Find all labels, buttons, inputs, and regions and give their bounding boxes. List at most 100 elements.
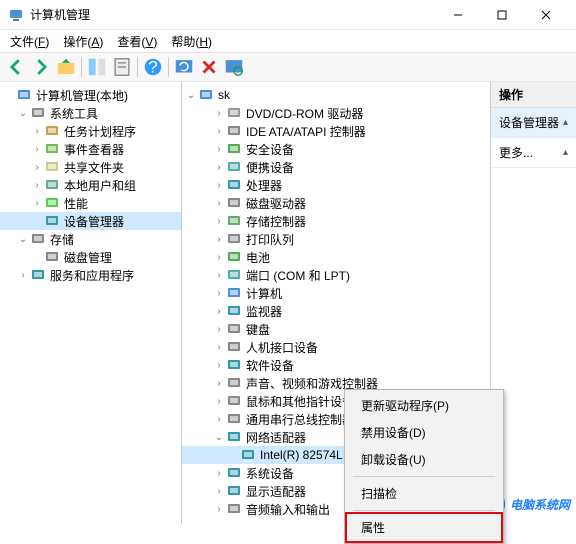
forward-icon[interactable]	[29, 55, 53, 79]
expand-toggle[interactable]: ›	[212, 126, 226, 137]
expand-toggle[interactable]: ›	[30, 144, 44, 155]
expand-toggle[interactable]: ›	[212, 342, 226, 353]
tree-item[interactable]: ⌄系统工具	[0, 104, 181, 122]
network-icon	[226, 429, 242, 445]
context-menu-item[interactable]: 更新驱动程序(P)	[347, 392, 501, 419]
expand-toggle[interactable]: ›	[212, 180, 226, 191]
context-menu-item[interactable]: 禁用设备(D)	[347, 419, 501, 446]
tree-item[interactable]: ›人机接口设备	[182, 338, 490, 356]
tree-item-label: DVD/CD-ROM 驱动器	[246, 105, 363, 122]
tree-item-label: 共享文件夹	[64, 159, 124, 176]
scan-icon[interactable]	[222, 55, 246, 79]
tree-item[interactable]: ›存储控制器	[182, 212, 490, 230]
context-menu-item[interactable]: 卸载设备(U)	[347, 446, 501, 473]
actions-row[interactable]: 更多...▴	[491, 138, 576, 168]
tree-item[interactable]: › 计算机	[182, 284, 490, 302]
tree-item[interactable]: › 监视器	[182, 302, 490, 320]
tree-item[interactable]: ›打印队列	[182, 230, 490, 248]
help-icon[interactable]: ?	[141, 55, 165, 79]
expand-toggle[interactable]: ›	[212, 198, 226, 209]
tree-item[interactable]: ›磁盘驱动器	[182, 194, 490, 212]
context-menu-item[interactable]: 扫描检	[347, 480, 501, 507]
expand-toggle[interactable]: ›	[212, 306, 226, 317]
tree-item[interactable]: ›安全设备	[182, 140, 490, 158]
expand-toggle[interactable]: ›	[212, 252, 226, 263]
tree-item[interactable]: ›任务计划程序	[0, 122, 181, 140]
tree-item[interactable]: ·磁盘管理	[0, 248, 181, 266]
expand-toggle[interactable]: ›	[30, 126, 44, 137]
minimize-button[interactable]	[436, 1, 480, 29]
tree-item[interactable]: › DVD/CD-ROM 驱动器	[182, 104, 490, 122]
expand-toggle[interactable]: ›	[212, 108, 226, 119]
tree-item[interactable]: ›键盘	[182, 320, 490, 338]
tree-item-label: 服务和应用程序	[50, 267, 134, 284]
tree-item[interactable]: ›处理器	[182, 176, 490, 194]
expand-toggle[interactable]: ›	[30, 180, 44, 191]
tree-item[interactable]: ›端口 (COM 和 LPT)	[182, 266, 490, 284]
expand-toggle[interactable]: ›	[212, 144, 226, 155]
expand-toggle[interactable]: ›	[212, 486, 226, 497]
show-hide-tree-icon[interactable]	[85, 55, 109, 79]
expand-toggle[interactable]: ›	[212, 396, 226, 407]
context-separator	[353, 510, 495, 511]
context-menu-item[interactable]: 属性	[345, 512, 503, 543]
tree-item[interactable]: ›便携设备	[182, 158, 490, 176]
expand-toggle[interactable]: ⌄	[16, 108, 30, 119]
expand-toggle[interactable]: ›	[212, 378, 226, 389]
expand-toggle[interactable]: ›	[212, 162, 226, 173]
maximize-button[interactable]	[480, 1, 524, 29]
expand-toggle[interactable]: ›	[212, 324, 226, 335]
menu-h[interactable]: 帮助(H)	[165, 31, 218, 52]
tree-item[interactable]: ›事件查看器	[0, 140, 181, 158]
tree-item[interactable]: ›本地用户和组	[0, 176, 181, 194]
left-tree-panel[interactable]: ·计算机管理(本地)⌄系统工具›任务计划程序›事件查看器›共享文件夹›本地用户和…	[0, 82, 182, 524]
refresh-icon[interactable]	[172, 55, 196, 79]
context-menu-label: 属性	[361, 521, 385, 535]
expand-toggle[interactable]: ›	[30, 198, 44, 209]
expand-toggle[interactable]: ›	[212, 360, 226, 371]
tree-item[interactable]: › IDE ATA/ATAPI 控制器	[182, 122, 490, 140]
back-icon[interactable]	[4, 55, 28, 79]
tree-item-label: IDE ATA/ATAPI 控制器	[246, 123, 366, 140]
expand-toggle[interactable]: ›	[212, 468, 226, 479]
expand-toggle[interactable]: ⌄	[184, 90, 198, 101]
tree-item-label: 监视器	[246, 303, 282, 320]
tree-item[interactable]: ·设备管理器	[0, 212, 181, 230]
tree-item-label: 设备管理器	[64, 213, 124, 230]
tree-item[interactable]: ›电池	[182, 248, 490, 266]
ide-icon	[226, 123, 242, 139]
menu-label: 操作(A)	[63, 35, 103, 49]
tree-item[interactable]: ⌄sk	[182, 86, 490, 104]
expand-toggle[interactable]: ›	[212, 216, 226, 227]
expand-toggle[interactable]: ⌄	[212, 432, 226, 443]
expand-toggle[interactable]: ›	[212, 414, 226, 425]
tree-item[interactable]: ›软件设备	[182, 356, 490, 374]
menu-a[interactable]: 操作(A)	[57, 31, 109, 52]
tree-item[interactable]: › 服务和应用程序	[0, 266, 181, 284]
cpu-icon	[226, 177, 242, 193]
expand-toggle[interactable]: ›	[212, 270, 226, 281]
tree-item[interactable]: › 共享文件夹	[0, 158, 181, 176]
expand-toggle[interactable]: ⌄	[16, 234, 30, 245]
delete-icon[interactable]	[197, 55, 221, 79]
expand-toggle[interactable]: ›	[212, 234, 226, 245]
usb-icon	[226, 411, 242, 427]
titlebar: 计算机管理	[0, 0, 576, 30]
menu-label: 帮助(H)	[171, 35, 212, 49]
tree-item[interactable]: ·计算机管理(本地)	[0, 86, 181, 104]
properties-icon[interactable]	[110, 55, 134, 79]
actions-row[interactable]: 设备管理器▴	[491, 108, 576, 138]
tree-item-label: 计算机	[246, 285, 282, 302]
expand-toggle[interactable]: ›	[212, 504, 226, 515]
menu-f[interactable]: 文件(F)	[4, 31, 55, 52]
expand-toggle[interactable]: ›	[212, 288, 226, 299]
tree-item[interactable]: ›性能	[0, 194, 181, 212]
close-button[interactable]	[524, 1, 568, 29]
up-icon[interactable]	[54, 55, 78, 79]
expand-toggle[interactable]: ›	[16, 270, 30, 281]
expand-toggle[interactable]: ›	[30, 162, 44, 173]
display-icon	[226, 483, 242, 499]
tree-item-label: 鼠标和其他指针设备	[246, 393, 354, 410]
tree-item[interactable]: ⌄存储	[0, 230, 181, 248]
menu-v[interactable]: 查看(V)	[111, 31, 163, 52]
